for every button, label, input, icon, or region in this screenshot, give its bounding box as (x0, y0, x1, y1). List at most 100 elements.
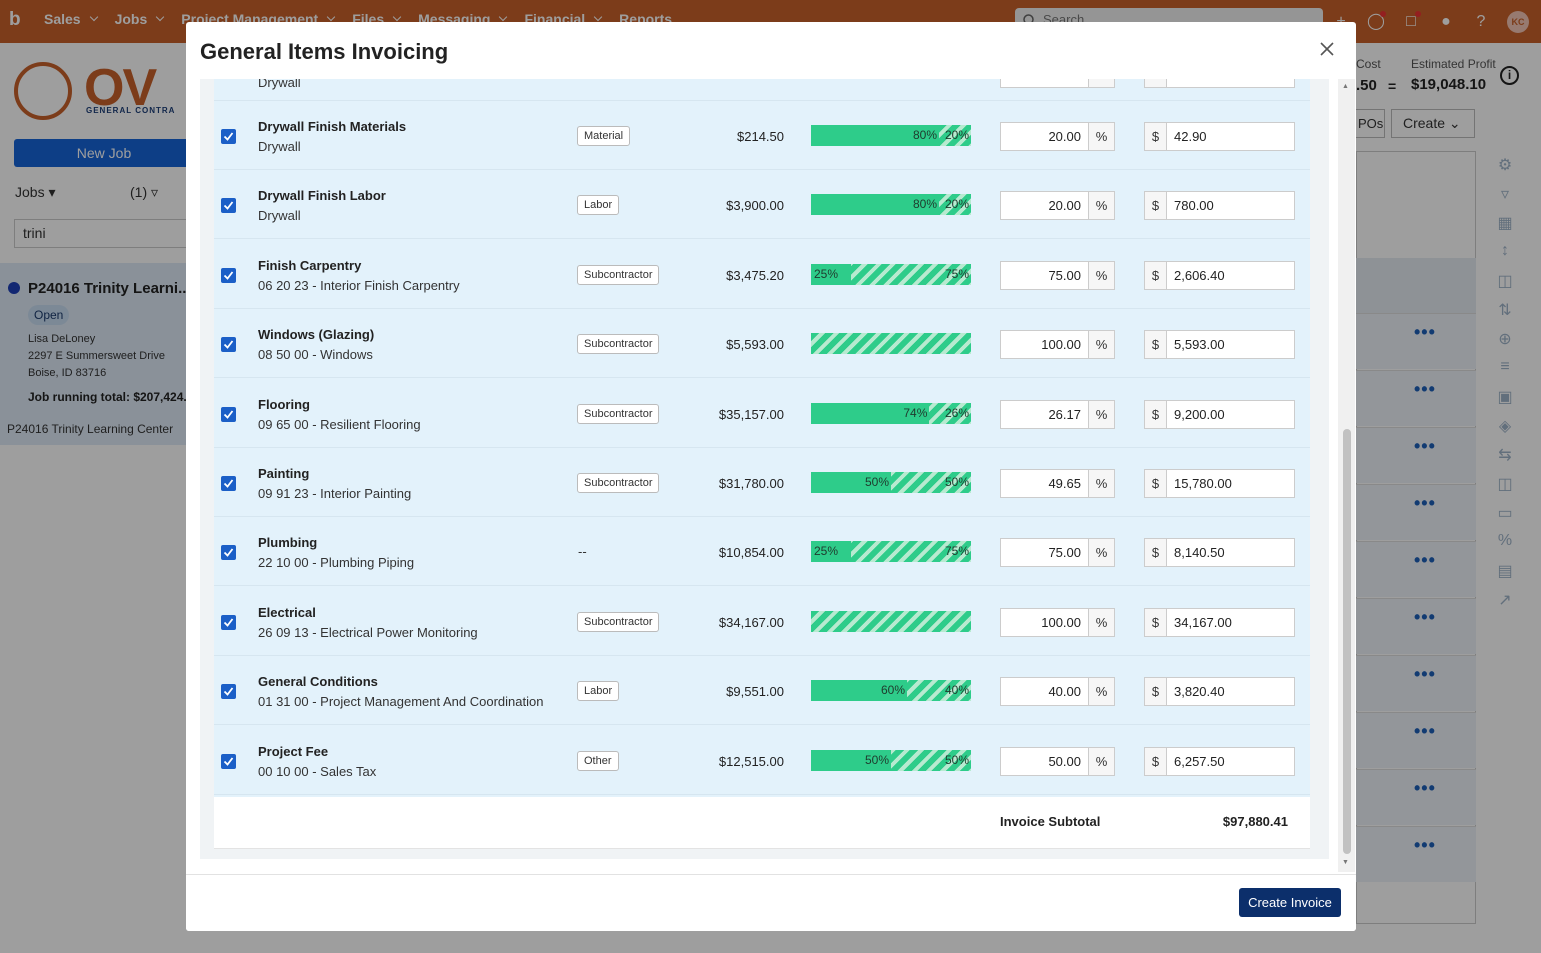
item-name: General Conditions (258, 674, 378, 690)
table-row: Plumbing 22 10 00 - Plumbing Piping -- $10,… (214, 517, 1310, 587)
dialog-title: General Items Invoicing (200, 39, 449, 64)
item-cost-code: 09 65 00 - Resilient Flooring (258, 416, 421, 432)
remaining-percent-label: 20% (944, 197, 969, 212)
item-checkbox[interactable] (221, 614, 236, 630)
close-icon[interactable] (1318, 40, 1336, 58)
percent-input[interactable] (1000, 79, 1089, 88)
item-amount: $31,780.00 (718, 476, 784, 491)
remaining-percent-label: 26% (944, 405, 969, 420)
currency-symbol: $ (1144, 469, 1167, 498)
item-amount: $34,167.00 (718, 614, 784, 630)
item-checkbox[interactable] (221, 753, 236, 769)
table-row: Drywall Finish Labor Drywall Labor $3,900.0… (214, 170, 1310, 240)
type-badge: Subcontractor (577, 264, 660, 285)
amount-input[interactable]: 6,257.50 (1167, 746, 1295, 776)
scroll-up-icon[interactable]: ▲ (1342, 83, 1349, 90)
invoiced-percent-label: 80% (912, 197, 937, 212)
invoiced-percent-label: 25% (814, 544, 839, 559)
currency-symbol (1144, 79, 1167, 88)
amount-input[interactable]: 9,200.00 (1167, 399, 1295, 429)
item-name: Painting (258, 466, 310, 481)
item-cost-code: 06 20 23 - Interior Finish Carpentry (258, 277, 460, 293)
remaining-percent-label: 75% (944, 544, 969, 559)
create-invoice-button[interactable]: Create Invoice (1239, 888, 1341, 917)
item-checkbox[interactable] (221, 337, 236, 353)
amount-input[interactable] (1167, 79, 1295, 88)
item-checkbox[interactable] (221, 406, 236, 422)
remaining-percent-label: 75% (944, 266, 969, 281)
remaining-percent-label: 20% (944, 128, 969, 142)
percent-input[interactable]: 49.65 (1000, 469, 1089, 498)
amount-input[interactable]: 8,140.50 (1167, 538, 1295, 568)
scroll-down-icon[interactable]: ▼ (1342, 859, 1349, 866)
currency-symbol: $ (1144, 746, 1167, 776)
item-name: Electrical (258, 604, 316, 620)
percent-input[interactable]: 100.00 (1000, 330, 1089, 360)
percent-symbol: % (1089, 746, 1115, 776)
item-cost-code: 01 31 00 - Project Management And Coordi… (258, 694, 544, 710)
percent-symbol: % (1089, 469, 1115, 498)
item-amount: $3,900.00 (726, 198, 784, 214)
item-amount: $3,475.20 (726, 267, 784, 283)
type-badge: Subcontractor (577, 403, 660, 424)
invoiced-percent-label: 50% (864, 475, 889, 489)
item-checkbox[interactable] (221, 267, 236, 283)
percent-input[interactable]: 40.00 (1000, 677, 1089, 707)
table-row-partial: Drywall (214, 79, 1310, 101)
item-amount: $12,515.00 (718, 753, 784, 769)
remaining-percent-label: 50% (944, 752, 969, 767)
item-checkbox[interactable] (221, 129, 236, 144)
table-row: Flooring 09 65 00 - Resilient Flooring Sub… (214, 379, 1310, 448)
percent-input[interactable]: 26.17 (1000, 399, 1089, 429)
percent-symbol: % (1089, 191, 1115, 221)
amount-input[interactable]: 34,167.00 (1167, 607, 1295, 637)
percent-symbol: % (1089, 607, 1115, 637)
scrollbar[interactable]: ▲ ▼ (1338, 79, 1355, 872)
amount-input[interactable]: 5,593.00 (1167, 330, 1295, 360)
item-amount: $214.50 (737, 129, 784, 144)
percent-symbol: % (1089, 330, 1115, 360)
type-badge: Material (577, 126, 631, 146)
check-icon (223, 132, 234, 141)
amount-input[interactable]: 780.00 (1167, 191, 1295, 221)
percent-input[interactable]: 75.00 (1000, 538, 1089, 568)
scrollbar-thumb[interactable] (1343, 429, 1351, 854)
item-checkbox[interactable] (221, 198, 236, 214)
amount-input[interactable]: 3,820.40 (1167, 677, 1295, 707)
check-icon (223, 548, 234, 558)
item-name: Finish Carpentry (258, 257, 362, 273)
percent-input[interactable]: 50.00 (1000, 746, 1089, 776)
check-icon (223, 271, 234, 280)
invoiced-progress-bar: 80% 20% (811, 194, 971, 216)
invoiced-progress-bar: 50% 50% (811, 749, 971, 771)
invoiced-progress-bar: 60% 40% (811, 680, 971, 702)
item-checkbox[interactable] (221, 476, 236, 491)
amount-input[interactable]: 42.90 (1167, 122, 1295, 151)
percent-symbol: % (1089, 122, 1115, 151)
item-cost-code: Drywall (258, 139, 301, 154)
percent-input[interactable]: 100.00 (1000, 607, 1089, 637)
type-badge: Labor (577, 681, 620, 702)
percent-symbol: % (1089, 399, 1115, 429)
currency-symbol: $ (1144, 330, 1167, 360)
dialog-footer (186, 874, 1356, 931)
table-row: Painting 09 91 23 - Interior Painting Subc… (214, 448, 1310, 517)
type-badge: Other (577, 750, 619, 771)
invoiced-progress-bar: 80% 20% (811, 125, 971, 146)
amount-input[interactable]: 15,780.00 (1167, 469, 1295, 498)
invoiced-progress-bar: 25% 75% (811, 263, 971, 285)
check-icon (223, 757, 234, 766)
percent-input[interactable]: 20.00 (1000, 191, 1089, 221)
invoiced-percent-label: 74% (903, 405, 928, 420)
item-cost-code: 22 10 00 - Plumbing Piping (258, 555, 415, 571)
items-list-scroll-area[interactable]: Drywall Drywall Finish Materials Drywall M… (200, 79, 1329, 859)
currency-symbol: $ (1144, 538, 1167, 568)
amount-input[interactable]: 2,606.40 (1167, 260, 1295, 290)
invoice-subtotal-row: Invoice Subtotal $97,880.41 (214, 797, 1310, 849)
item-name: Windows (Glazing) (258, 327, 375, 343)
percent-input[interactable]: 75.00 (1000, 260, 1089, 290)
invoiced-progress-bar (811, 610, 971, 632)
percent-input[interactable]: 20.00 (1000, 122, 1089, 151)
item-checkbox[interactable] (221, 684, 236, 700)
item-checkbox[interactable] (221, 545, 236, 561)
